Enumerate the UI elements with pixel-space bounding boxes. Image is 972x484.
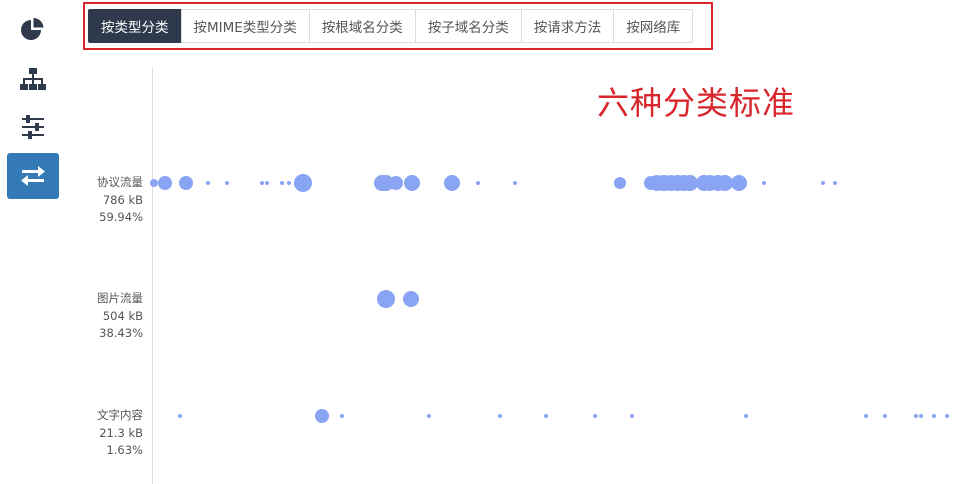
request-dot[interactable]	[614, 177, 626, 189]
request-dot[interactable]	[476, 181, 480, 185]
request-dot[interactable]	[833, 181, 837, 185]
request-dot[interactable]	[744, 414, 748, 418]
request-dot[interactable]	[821, 181, 825, 185]
request-dot[interactable]	[265, 181, 269, 185]
exchange-icon	[19, 162, 47, 190]
timeline-scatter-plot	[150, 174, 949, 423]
row-name: 文字内容	[97, 408, 143, 422]
request-dot[interactable]	[945, 414, 949, 418]
request-dot[interactable]	[389, 176, 403, 190]
tab-1[interactable]: 按MIME类型分类	[180, 9, 310, 43]
request-dot[interactable]	[883, 414, 887, 418]
request-dot[interactable]	[593, 414, 597, 418]
request-dot[interactable]	[731, 175, 747, 191]
tab-2[interactable]: 按根域名分类	[308, 9, 416, 43]
sidebar-item-pie-chart[interactable]	[7, 7, 59, 53]
pie-chart-icon	[19, 16, 47, 44]
row-size: 504 kB	[102, 308, 143, 323]
request-dot[interactable]	[932, 414, 936, 418]
request-dot[interactable]	[377, 290, 395, 308]
request-dot[interactable]	[179, 176, 193, 190]
request-dot[interactable]	[225, 181, 229, 185]
row-label-image: 图片流量 504 kB 38.43%	[53, 290, 143, 343]
sliders-icon	[19, 113, 47, 141]
request-dot[interactable]	[762, 181, 766, 185]
request-dot[interactable]	[914, 414, 918, 418]
request-dot[interactable]	[544, 414, 548, 418]
request-dot[interactable]	[280, 181, 284, 185]
row-name: 协议流量	[97, 175, 143, 189]
request-dot[interactable]	[178, 414, 182, 418]
sidebar-item-exchange[interactable]	[7, 153, 59, 199]
request-dot[interactable]	[150, 179, 158, 187]
request-dot[interactable]	[403, 291, 419, 307]
request-dot[interactable]	[513, 181, 517, 185]
request-dot[interactable]	[206, 181, 210, 185]
tab-3[interactable]: 按子域名分类	[414, 9, 522, 43]
row-name: 图片流量	[97, 291, 143, 305]
row-label-protocol: 协议流量 786 kB 59.94%	[53, 174, 143, 227]
row-percent: 1.63%	[106, 443, 143, 457]
axis-line	[152, 68, 153, 484]
request-dot[interactable]	[444, 175, 460, 191]
row-size: 786 kB	[102, 192, 143, 207]
request-dot[interactable]	[315, 409, 329, 423]
request-dot[interactable]	[287, 181, 291, 185]
request-dot[interactable]	[260, 181, 264, 185]
annotation-text: 六种分类标准	[597, 84, 796, 122]
tab-0[interactable]: 按类型分类	[88, 9, 182, 43]
sitemap-icon	[19, 66, 47, 94]
request-dot[interactable]	[717, 175, 733, 191]
request-dot[interactable]	[427, 414, 431, 418]
request-dot[interactable]	[498, 414, 502, 418]
row-size: 21.3 kB	[99, 425, 143, 440]
row-percent: 38.43%	[99, 326, 143, 340]
request-dot[interactable]	[630, 414, 634, 418]
request-dot[interactable]	[158, 176, 172, 190]
request-dot[interactable]	[864, 414, 868, 418]
sidebar-item-sliders[interactable]	[7, 104, 59, 150]
request-dot[interactable]	[404, 175, 420, 191]
request-dot[interactable]	[340, 414, 344, 418]
tab-4[interactable]: 按请求方法	[520, 9, 615, 43]
row-label-text: 文字内容 21.3 kB 1.63%	[53, 407, 143, 460]
tab-5[interactable]: 按网络库	[613, 9, 694, 43]
row-percent: 59.94%	[99, 210, 143, 224]
request-dot[interactable]	[682, 175, 698, 191]
sidebar-item-sitemap[interactable]	[7, 57, 59, 103]
request-dot[interactable]	[294, 174, 312, 192]
classification-tabs: 按类型分类 按MIME类型分类 按根域名分类 按子域名分类 按请求方法 按网络库	[88, 9, 694, 43]
request-dot[interactable]	[919, 414, 923, 418]
